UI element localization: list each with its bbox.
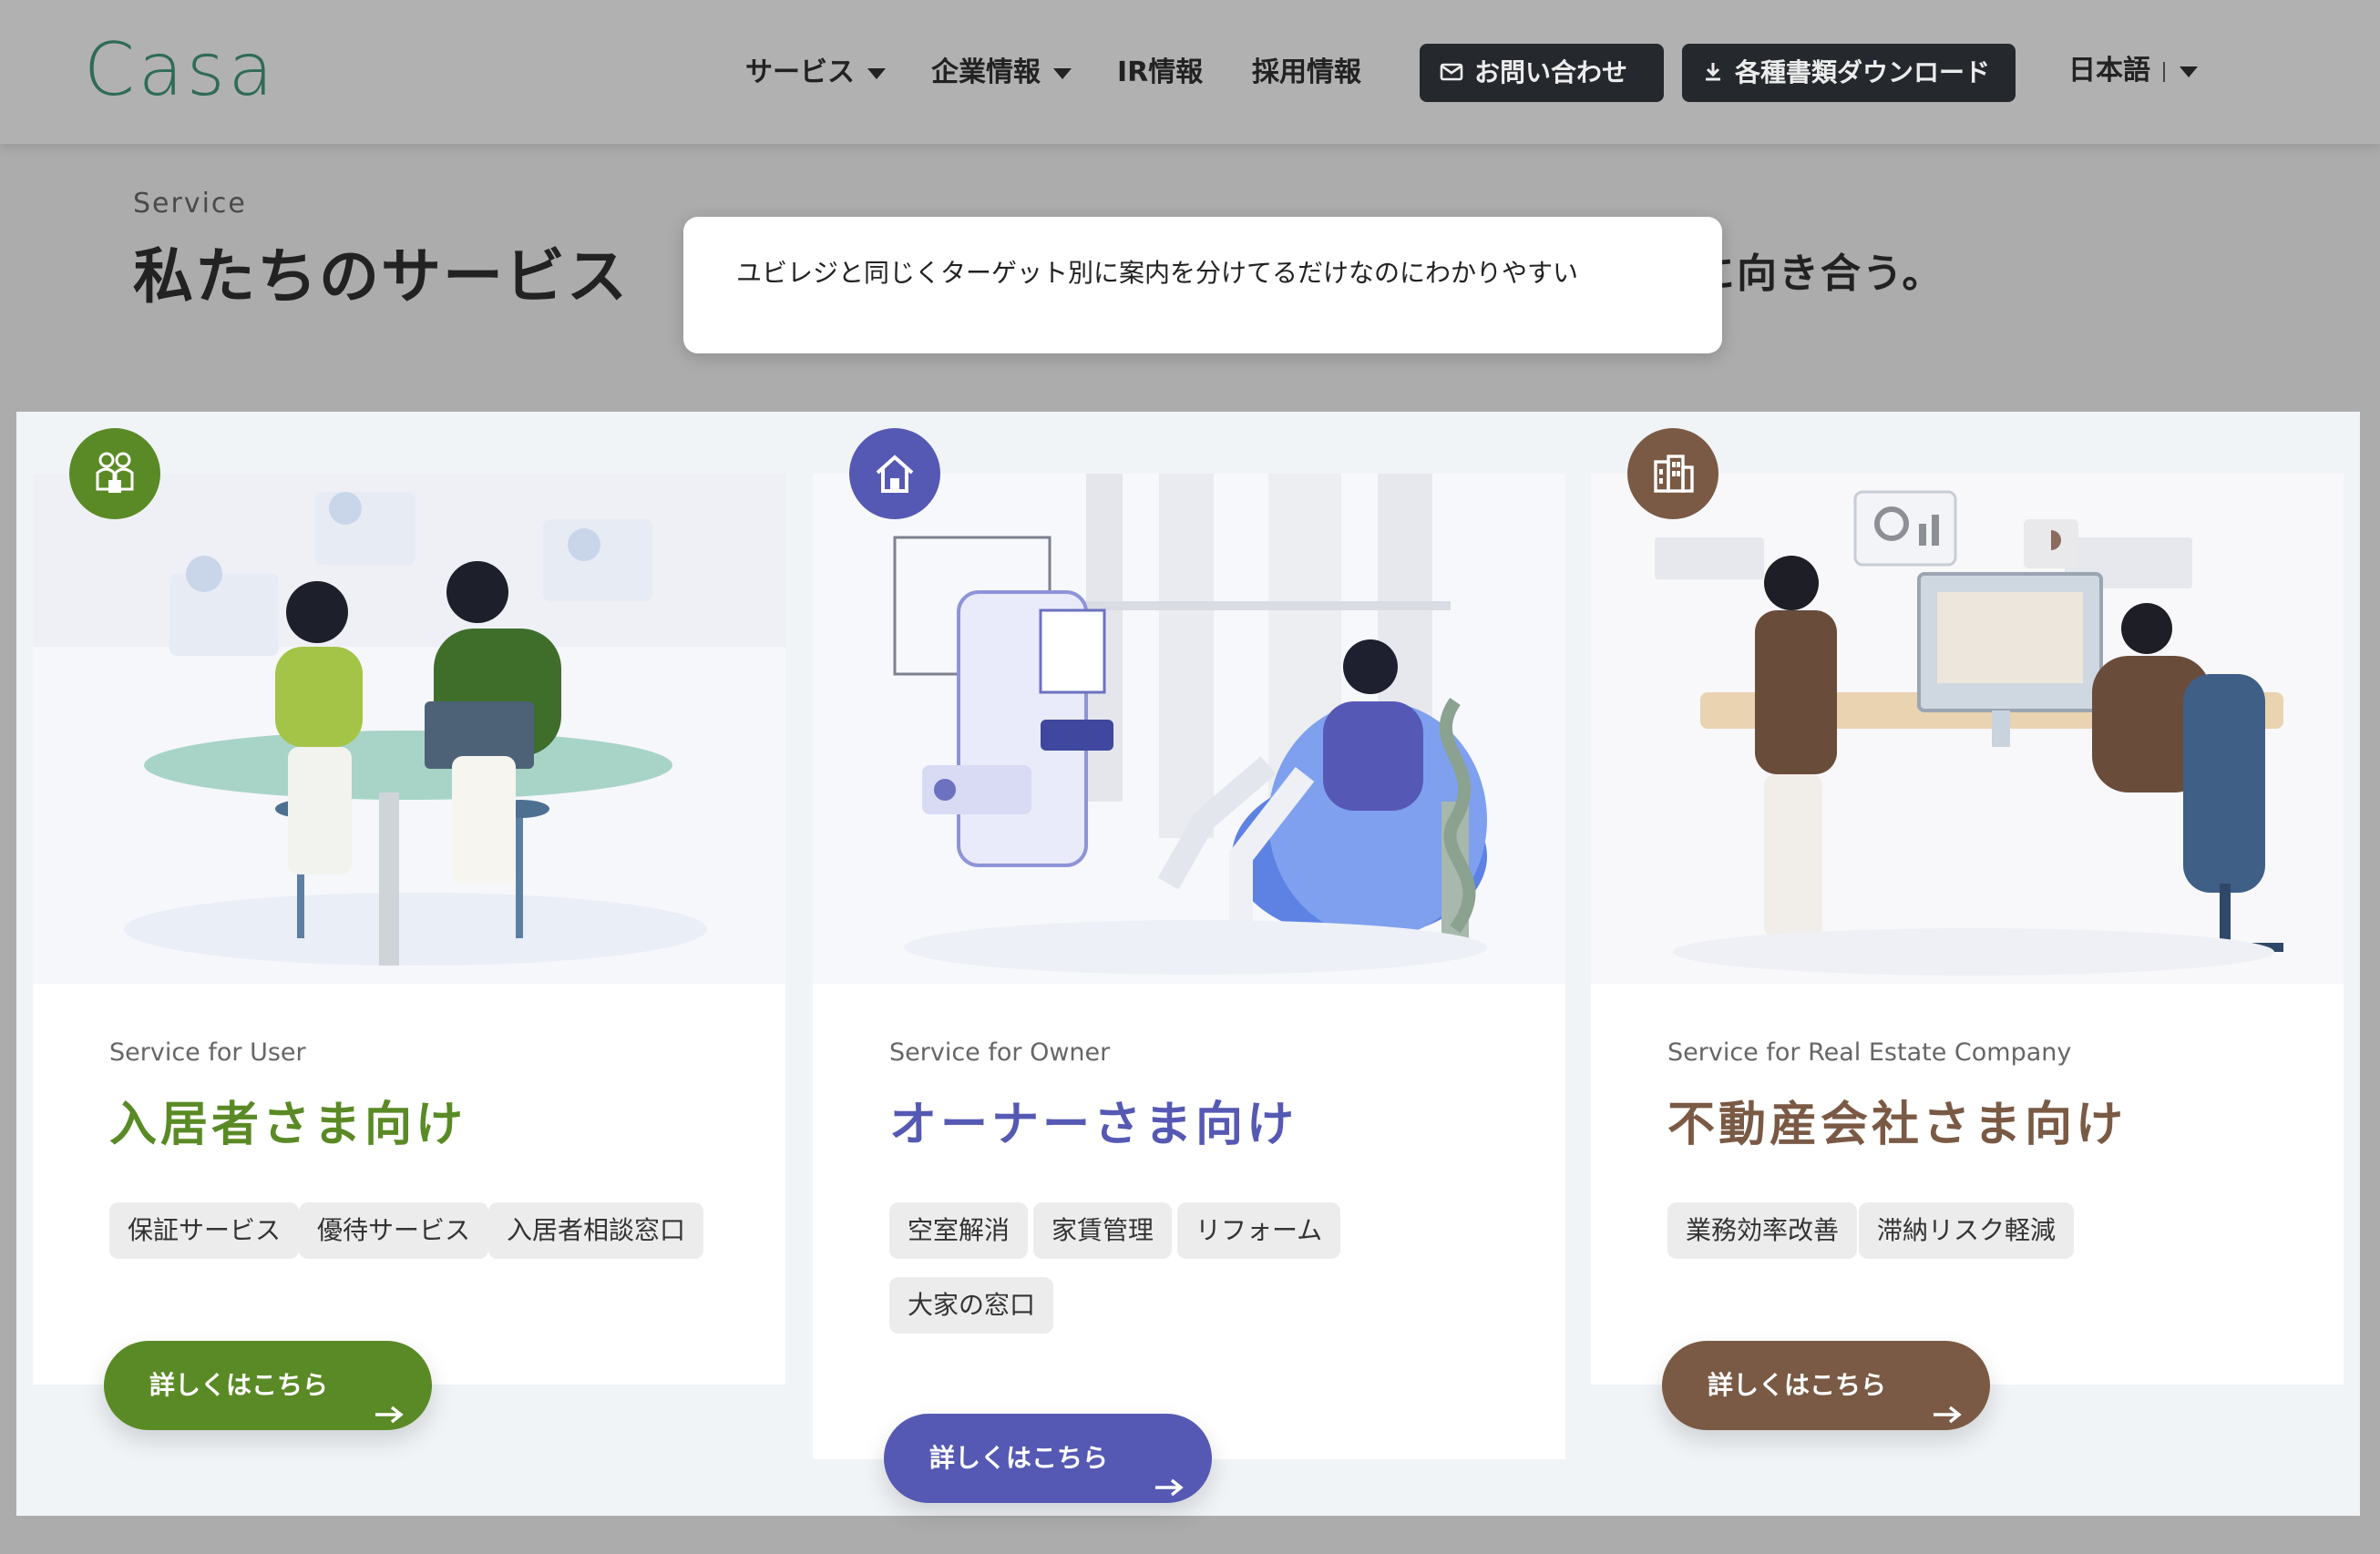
- tag-chip[interactable]: 空室解消: [889, 1202, 1029, 1259]
- service-card-owner: Service for Owner オーナーさま向け 空室解消 家賃管理 リフォ…: [813, 428, 1565, 1459]
- details-button-label: 詳しくはこちら: [929, 1443, 1109, 1473]
- contact-button[interactable]: お問い合わせ: [1420, 44, 1664, 102]
- details-button-label: 詳しくはこちら: [149, 1370, 329, 1400]
- arrow-right-icon: [374, 1374, 405, 1463]
- page-title: 私たちのサービス: [133, 241, 629, 312]
- site-header: Casa サービス 企業情報 IR情報 採用情報 お問い合わせ 各種書類ダウンロ…: [0, 0, 2380, 144]
- language-selector[interactable]: 日本語: [2068, 44, 2198, 98]
- details-button-owner[interactable]: 詳しくはこちら: [884, 1414, 1212, 1503]
- nav-item-label: サービス: [745, 56, 855, 88]
- house-icon: [849, 428, 940, 519]
- details-button-real-estate[interactable]: 詳しくはこちら: [1662, 1341, 1990, 1430]
- details-button-label: 詳しくはこちら: [1708, 1370, 1887, 1400]
- tag-chip[interactable]: リフォーム: [1177, 1202, 1341, 1259]
- download-button[interactable]: 各種書類ダウンロード: [1682, 44, 2016, 102]
- casa-logo[interactable]: Casa: [84, 27, 277, 112]
- illustration-real-estate-office: [1591, 474, 2344, 984]
- service-card-user: Service for User 入居者さま向け 保証サービス 優待サービス 入…: [33, 428, 785, 1385]
- nav-item-recruit[interactable]: 採用情報: [1252, 46, 1361, 100]
- tag-chip[interactable]: 家賃管理: [1033, 1202, 1173, 1259]
- illustration-owner-app: [813, 474, 1565, 984]
- nav-item-label: 採用情報: [1252, 56, 1361, 88]
- nav-item-label: 企業情報: [931, 56, 1041, 88]
- card-subtitle: Service for Owner: [889, 1038, 1111, 1067]
- tag-chip[interactable]: 滞納リスク軽減: [1859, 1202, 2075, 1259]
- caret-down-icon: [867, 67, 886, 79]
- card-subtitle: Service for User: [109, 1038, 306, 1067]
- download-icon: [1702, 45, 1724, 103]
- nav-item-company[interactable]: 企業情報: [931, 46, 1072, 100]
- arrow-right-icon: [1154, 1447, 1185, 1536]
- card-title: 不動産会社さま向け: [1667, 1098, 2128, 1152]
- language-label: 日本語: [2068, 55, 2150, 87]
- tag-chip[interactable]: 業務効率改善: [1667, 1202, 1858, 1259]
- annotation-text: ユビレジと同じくターゲット別に案内を分けてるだけなのにわかりやすい: [736, 258, 1579, 288]
- card-subtitle: Service for Real Estate Company: [1667, 1038, 2072, 1067]
- tag-chip[interactable]: 大家の窓口: [889, 1277, 1054, 1334]
- section-eyebrow: Service: [133, 188, 247, 220]
- nav-item-label: IR情報: [1117, 56, 1204, 88]
- card-title: オーナーさま向け: [889, 1098, 1298, 1152]
- annotation-note: ユビレジと同じくターゲット別に案内を分けてるだけなのにわかりやすい: [683, 217, 1722, 353]
- family-icon: [69, 428, 160, 519]
- section-tagline: に向き合う。: [1695, 240, 1968, 299]
- mail-icon: [1440, 45, 1463, 103]
- nav-item-ir[interactable]: IR情報: [1117, 46, 1203, 100]
- download-button-label: 各種書類ダウンロード: [1735, 57, 1991, 87]
- divider: [2163, 61, 2165, 82]
- illustration-user-meeting: [33, 474, 785, 984]
- tag-chip[interactable]: 優待サービス: [299, 1202, 489, 1259]
- tag-chip[interactable]: 保証サービス: [109, 1202, 300, 1259]
- tagline-text: に向き合う。: [1695, 250, 1944, 297]
- service-card-real-estate: Service for Real Estate Company 不動産会社さま向…: [1591, 428, 2344, 1385]
- details-button-user[interactable]: 詳しくはこちら: [104, 1341, 432, 1430]
- contact-button-label: お問い合わせ: [1474, 57, 1628, 87]
- caret-down-icon: [1053, 67, 1072, 79]
- building-icon: [1627, 428, 1718, 519]
- arrow-right-icon: [1932, 1374, 1963, 1463]
- tag-chip[interactable]: 入居者相談窓口: [488, 1202, 704, 1259]
- card-title: 入居者さま向け: [109, 1098, 467, 1152]
- chevron-down-icon: [2180, 66, 2198, 77]
- nav-item-services[interactable]: サービス: [745, 46, 886, 100]
